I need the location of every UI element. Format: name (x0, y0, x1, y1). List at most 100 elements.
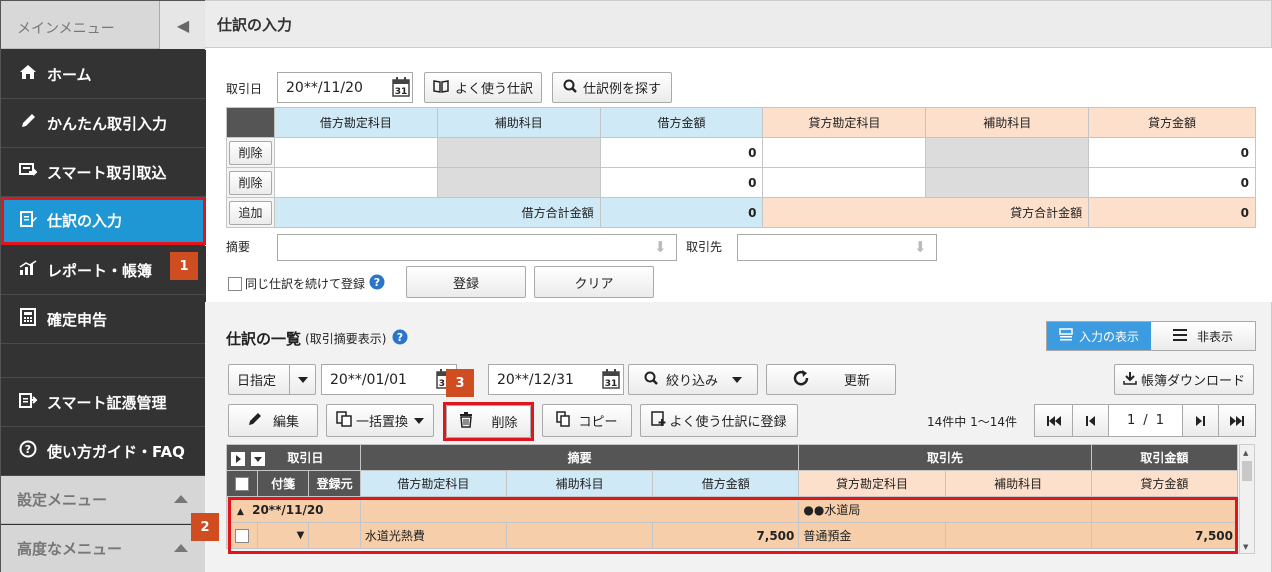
debit-sub-cell (436, 167, 601, 198)
period-type-select[interactable]: 日指定 (228, 364, 316, 395)
sidebar-item-journal-entry[interactable]: 仕訳の入力 (1, 197, 206, 245)
sidebar-item-tax-return[interactable]: 確定申告 (1, 295, 206, 344)
sidebar-header: メインメニュー ◀ (1, 1, 206, 49)
list-header-amount: 取引金額 (1090, 444, 1239, 471)
favorite-register-button[interactable]: よく使う仕訳に登録 (640, 404, 798, 437)
calendar-icon[interactable]: 31 (392, 77, 410, 100)
next-page-icon[interactable] (1183, 405, 1219, 436)
delete-row-button[interactable]: 削除 (229, 140, 272, 165)
entry-table: 借方勘定科目 補助科目 借方金額 貸方勘定科目 補助科目 貸方金額 削除 0 0… (226, 107, 1256, 228)
from-date-value: 20**/01/01 (330, 371, 407, 388)
sidebar-item-label: かんたん取引入力 (47, 114, 168, 133)
register-button[interactable]: 登録 (406, 266, 526, 298)
debit-account-cell[interactable] (273, 167, 438, 198)
partner-input[interactable] (737, 234, 937, 261)
sidebar-item-label: ホーム (47, 65, 92, 84)
svg-text:?: ? (25, 443, 31, 456)
debit-amount-cell[interactable]: 0 (599, 167, 764, 198)
entry-row-delete-cell: 削除 (226, 137, 275, 168)
svg-text:?: ? (374, 276, 380, 289)
list-scrollbar[interactable]: ▲ ▼ (1239, 444, 1255, 554)
replace-icon (336, 410, 352, 431)
step-badge-3: 3 (446, 369, 474, 397)
last-page-icon[interactable] (1219, 405, 1255, 436)
first-page-icon[interactable] (1035, 405, 1073, 436)
expand-all-icon[interactable] (231, 451, 245, 466)
page-current: 1 (1127, 413, 1136, 428)
bulk-replace-label: 一括置換 (355, 415, 408, 430)
sidebar-item-home[interactable]: ホーム (1, 50, 206, 99)
credit-account-cell[interactable] (762, 137, 927, 168)
entry-row-delete-cell: 削除 (226, 167, 275, 198)
svg-text:?: ? (397, 331, 403, 344)
help-icon[interactable]: ? (392, 329, 408, 348)
home-icon (17, 64, 39, 84)
copy-label: コピー (578, 415, 618, 430)
filter-button[interactable]: 絞り込み (628, 364, 758, 395)
memo-input[interactable] (277, 234, 677, 261)
download-icon (1123, 371, 1137, 389)
sidebar-item-voucher[interactable]: スマート証憑管理 (1, 378, 206, 427)
collapse-icon[interactable]: ◀ (159, 1, 206, 49)
show-input-button[interactable]: 入力の表示 (1047, 322, 1151, 350)
report-icon (17, 260, 39, 280)
list-subtitle: (取引摘要表示) (305, 332, 387, 346)
credit-amount-cell[interactable]: 0 (1088, 167, 1256, 198)
continue-register-checkbox[interactable]: 同じ仕訳を続けて登録 ? (228, 274, 385, 293)
sidebar-item-label: レポート・帳簿 (47, 261, 153, 280)
sidebar-item-guide[interactable]: ? 使い方ガイド・FAQ (1, 427, 206, 476)
list-header-date: 取引日 (226, 444, 361, 471)
scroll-down-icon[interactable]: ▼ (1243, 543, 1248, 551)
credit-sub-cell (925, 167, 1090, 198)
svg-text:31: 31 (395, 87, 408, 97)
expand-up-icon (174, 544, 188, 552)
copy-button[interactable]: コピー (542, 404, 632, 437)
voucher-icon (17, 391, 39, 413)
chevron-down-icon (289, 365, 315, 394)
debit-account-cell[interactable] (273, 137, 438, 168)
settings-menu[interactable]: 設定メニュー (1, 476, 206, 524)
download-button[interactable]: 帳簿ダウンロード (1114, 364, 1254, 395)
add-row-button[interactable]: 追加 (229, 200, 272, 225)
advanced-menu[interactable]: 高度なメニュー (1, 525, 206, 572)
lines-icon (1172, 328, 1187, 344)
debit-amount-cell[interactable]: 0 (599, 137, 764, 168)
prev-page-icon[interactable] (1073, 405, 1109, 436)
search-icon (563, 79, 577, 97)
refresh-button[interactable]: 更新 (766, 364, 896, 395)
scrollbar-thumb[interactable] (1242, 461, 1252, 481)
sidebar-item-label: 確定申告 (47, 310, 108, 329)
refresh-label: 更新 (843, 374, 870, 389)
calc-icon (17, 308, 39, 330)
hide-input-button[interactable]: 非表示 (1151, 322, 1255, 350)
select-all-checkbox[interactable] (234, 476, 249, 491)
col-debit-amount: 借方金額 (599, 107, 764, 138)
credit-account-cell[interactable] (762, 167, 927, 198)
step-badge-1: 1 (170, 252, 198, 280)
collapse-all-icon[interactable] (251, 451, 266, 466)
scroll-up-icon[interactable]: ▲ (1243, 449, 1248, 457)
page-indicator[interactable]: 1 / 1 (1109, 405, 1183, 436)
sidebar-item-smart-import[interactable]: スマート取引取込 (1, 148, 206, 197)
list-header-credit-amount: 貸方金額 (1090, 470, 1239, 497)
sidebar-item-easy-entry[interactable]: かんたん取引入力 (1, 99, 206, 148)
clear-button[interactable]: クリア (534, 266, 654, 298)
credit-amount-cell[interactable]: 0 (1088, 137, 1256, 168)
bulk-replace-button[interactable]: 一括置換 (326, 404, 434, 437)
help-icon[interactable]: ? (369, 274, 385, 293)
arrow-down-icon[interactable]: ⬇ (914, 238, 927, 256)
search-example-button[interactable]: 仕訳例を探す (552, 72, 672, 103)
delete-button[interactable]: 削除 (446, 405, 531, 438)
copy-icon (556, 410, 571, 431)
calendar-icon[interactable]: 31 (602, 369, 620, 392)
show-input-label: 入力の表示 (1078, 329, 1139, 344)
list-header-memo: 摘要 (359, 444, 800, 471)
favorite-journal-button[interactable]: よく使う仕訳 (424, 72, 542, 103)
delete-row-button[interactable]: 削除 (229, 170, 272, 195)
arrow-down-icon[interactable]: ⬇ (654, 238, 667, 256)
list-header-debit-amount: 借方金額 (652, 470, 800, 497)
edit-button[interactable]: 編集 (228, 404, 318, 437)
checkbox[interactable] (228, 276, 242, 291)
entry-table-corner (226, 107, 275, 138)
trash-icon (459, 411, 473, 432)
